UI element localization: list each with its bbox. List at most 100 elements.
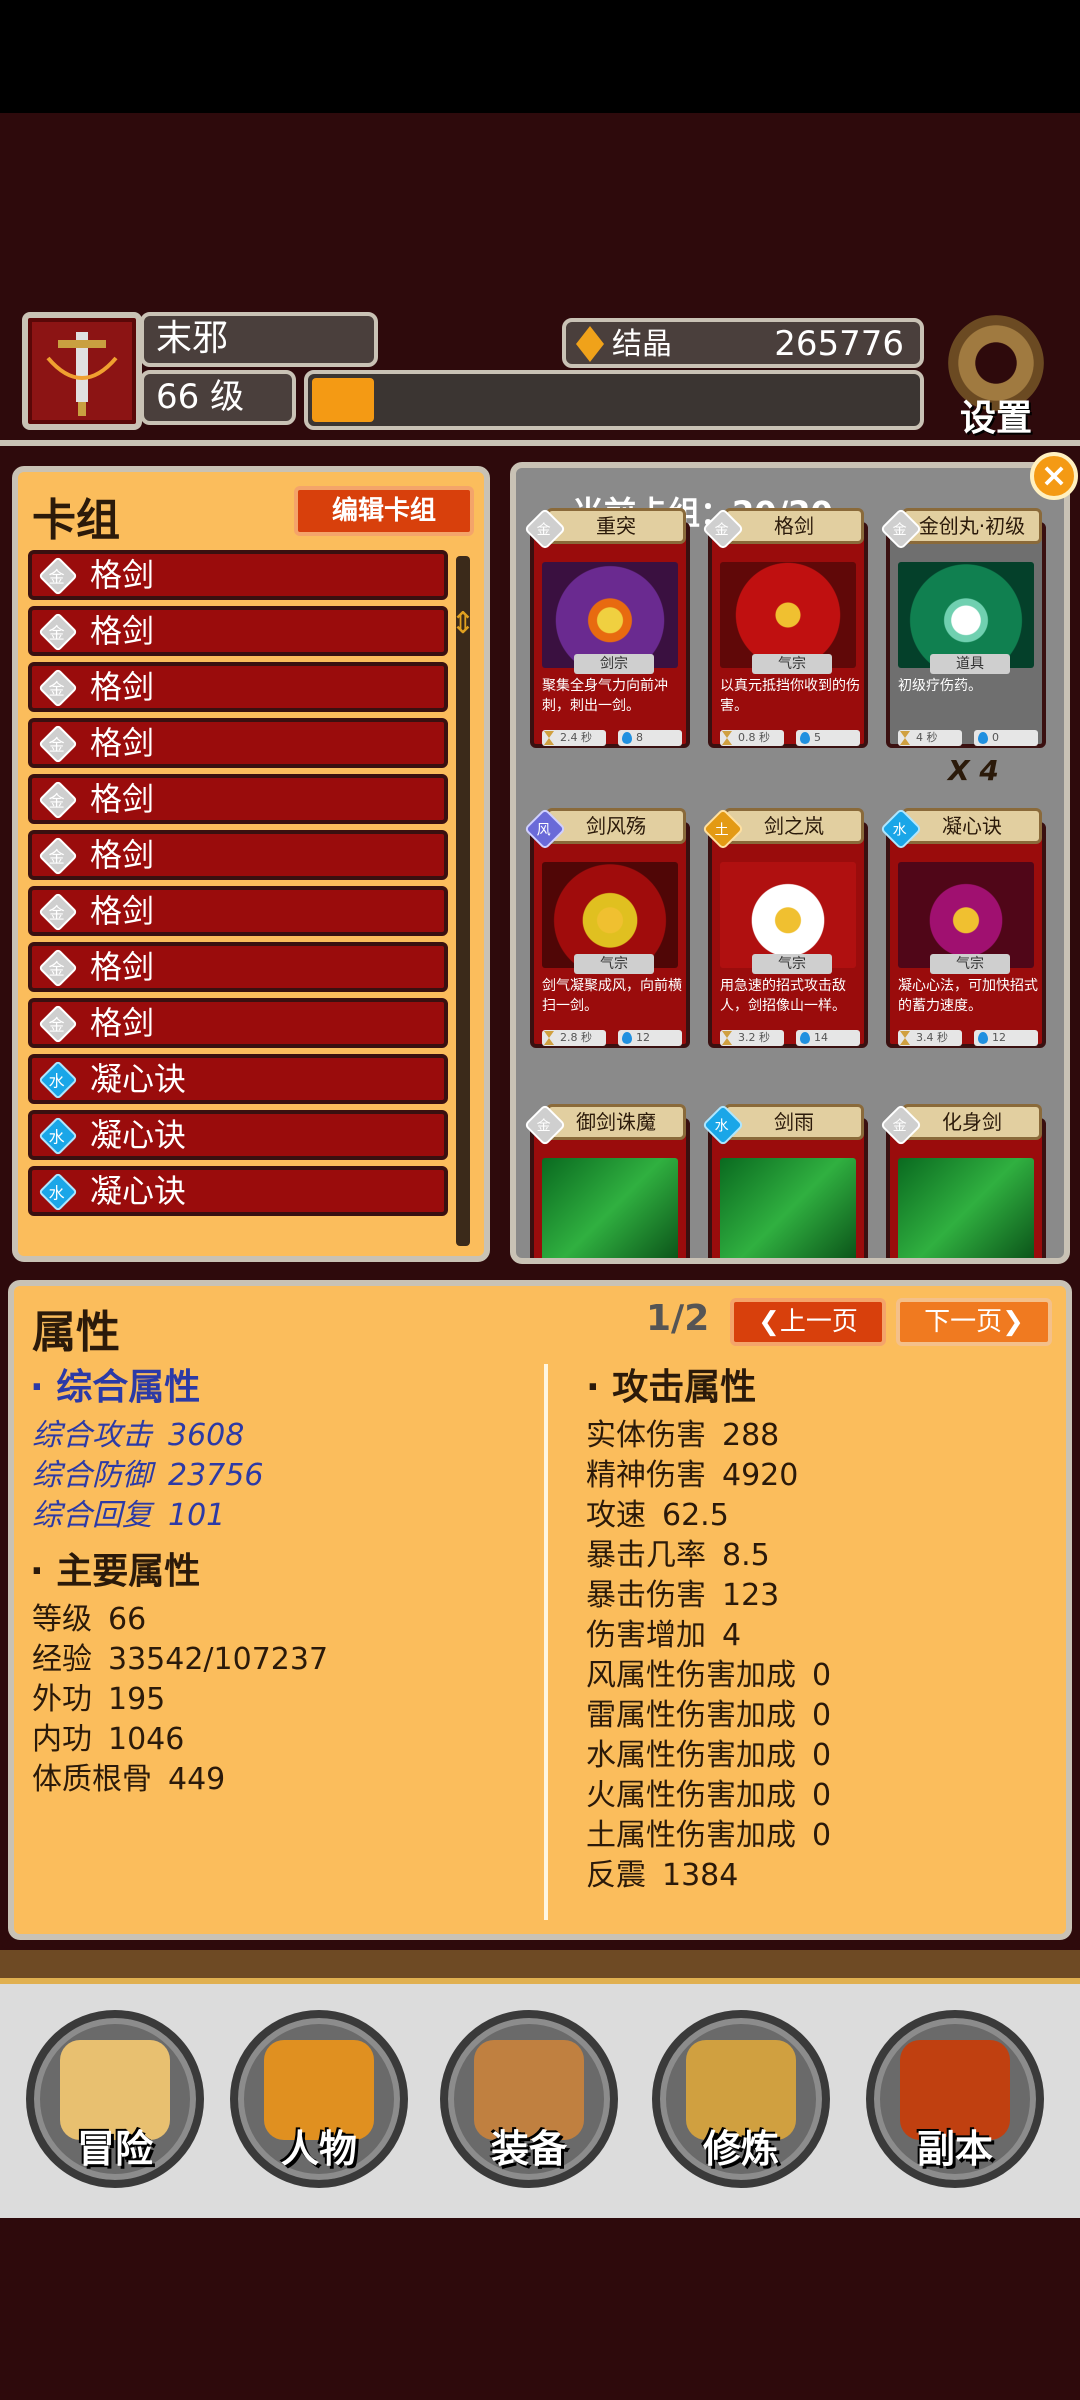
card-description: 初级疗伤药。	[898, 678, 982, 694]
nav-button-map[interactable]: 冒险	[26, 2010, 204, 2188]
deck-scrollbar[interactable]: ⇕	[450, 556, 476, 1246]
attack-stat-row: 水属性伤害加成 0	[586, 1738, 832, 1773]
deck-card[interactable]: 剑雨水	[701, 1103, 868, 1258]
metal-element-icon: 金	[38, 1004, 78, 1044]
settings-button[interactable]: 设置	[940, 315, 1052, 439]
player-level: 66 级	[140, 370, 296, 425]
card-description: 用急速的招式攻击敌人，剑招像山一样。	[720, 978, 846, 1014]
attack-stat-row: 雷属性伤害加成 0	[586, 1698, 832, 1733]
metal-element-icon: 金	[38, 836, 78, 876]
next-page-label: 下一页	[924, 1307, 1003, 1337]
deck-list: 金格剑金格剑金格剑金格剑金格剑金格剑金格剑金格剑金格剑水凝心诀水凝心诀水凝心诀	[28, 550, 448, 1222]
cooldown-stat: 3.4 秒	[898, 1030, 962, 1046]
deck-item[interactable]: 金格剑	[28, 942, 448, 992]
player-avatar[interactable]	[22, 312, 142, 430]
deck-item-label: 凝心诀	[90, 1060, 187, 1098]
deck-item[interactable]: 金格剑	[28, 886, 448, 936]
nav-label: 副本	[916, 2127, 993, 2171]
deck-card[interactable]: 气宗 用急速的招式攻击敌人，剑招像山一样。 3.2 秒 14 剑之岚土	[701, 807, 868, 1050]
card-name: 御剑诛魔	[546, 1104, 686, 1140]
card-description: 以真元抵挡你收到的伤害。	[720, 678, 860, 714]
scroll-handle-icon[interactable]: ⇕	[450, 604, 476, 644]
metal-element-icon: 金	[38, 780, 78, 820]
deck-card[interactable]: 气宗 凝心心法，可加快招式的蓄力速度。 3.4 秒 12 凝心诀水	[879, 807, 1046, 1050]
deck-item[interactable]: 金格剑	[28, 662, 448, 712]
mana-drop-icon	[800, 732, 810, 744]
next-page-button[interactable]: 下一页❯	[896, 1298, 1052, 1346]
deck-card[interactable]: 御剑诛魔金	[523, 1103, 690, 1258]
deck-card[interactable]: 剑宗 聚集全身气力向前冲刺，刺出一剑。 2.4 秒 8 重突金	[523, 507, 690, 748]
nav-button-helmet[interactable]: 人物	[230, 2010, 408, 2188]
deck-card[interactable]: 化身剑金	[879, 1103, 1046, 1258]
hourglass-icon	[900, 731, 910, 745]
header-divider	[0, 440, 1080, 446]
deck-item-label: 格剑	[90, 612, 155, 650]
card-sect: 气宗	[930, 954, 1010, 974]
metal-element-icon: 金	[38, 892, 78, 932]
deck-panel: 卡组 编辑卡组 金格剑金格剑金格剑金格剑金格剑金格剑金格剑金格剑金格剑水凝心诀水…	[12, 466, 490, 1262]
hourglass-icon	[900, 1031, 910, 1045]
deck-item[interactable]: 水凝心诀	[28, 1166, 448, 1216]
close-icon[interactable]: ×	[1030, 452, 1078, 500]
status-bar	[0, 0, 1080, 113]
deck-card[interactable]: 气宗 剑气凝聚成风，向前横扫一剑。 2.8 秒 12 剑风殇风	[523, 807, 690, 1048]
main-stat-row: 内功 1046	[32, 1722, 185, 1757]
card-sect: 气宗	[752, 654, 832, 674]
mana-drop-icon	[978, 732, 988, 744]
composite-attributes-title: · 综合属性	[30, 1367, 201, 1408]
cost-stat: 8	[618, 730, 682, 746]
attack-stat-row: 暴击几率 8.5	[586, 1538, 770, 1573]
deck-item[interactable]: 金格剑	[28, 550, 448, 600]
metal-element-icon: 金	[38, 724, 78, 764]
card-art	[542, 1158, 678, 1258]
hourglass-icon	[722, 731, 732, 745]
chevron-right-icon: ❯	[1002, 1307, 1024, 1337]
card-sect: 剑宗	[574, 654, 654, 674]
cost-stat: 14	[796, 1030, 860, 1046]
card-frame: 道具 初级疗伤药。 4 秒 0	[886, 522, 1046, 748]
hourglass-icon	[544, 731, 554, 745]
page-indicator: 1/2	[646, 1298, 710, 1339]
cost-stat: 0	[974, 730, 1038, 746]
attack-stat-row: 精神伤害 4920	[586, 1458, 799, 1493]
xp-bar	[304, 370, 924, 430]
main-stat-row: 等级 66	[32, 1602, 147, 1637]
cooldown-stat: 0.8 秒	[720, 730, 784, 746]
deck-item[interactable]: 水凝心诀	[28, 1054, 448, 1104]
attributes-panel: 属性 1/2 ❮上一页 下一页❯ · 综合属性 · 主要属性 · 攻击属性 综合…	[8, 1280, 1072, 1940]
nav-button-yin-yang[interactable]: 修炼	[652, 2010, 830, 2188]
deck-item-label: 格剑	[90, 780, 155, 818]
deck-card[interactable]: 气宗 以真元抵挡你收到的伤害。 0.8 秒 5 格剑金	[701, 507, 868, 748]
deck-item[interactable]: 金格剑	[28, 998, 448, 1048]
composite-stat-row: 综合回复 101	[32, 1498, 226, 1533]
card-art	[542, 562, 678, 668]
nav-button-treasure-chest[interactable]: 装备	[440, 2010, 618, 2188]
card-stats: 3.4 秒 12	[898, 1030, 1042, 1050]
deck-item[interactable]: 金格剑	[28, 830, 448, 880]
card-description: 聚集全身气力向前冲刺，刺出一剑。	[542, 678, 668, 714]
nav-rim	[0, 1950, 1080, 1984]
deck-item[interactable]: 金格剑	[28, 774, 448, 824]
prev-page-button[interactable]: ❮上一页	[730, 1298, 886, 1346]
edit-deck-button[interactable]: 编辑卡组	[294, 486, 474, 536]
deck-item[interactable]: 金格剑	[28, 718, 448, 768]
card-stats: 3.2 秒 14	[720, 1030, 864, 1050]
card-stats: 2.4 秒 8	[542, 730, 686, 750]
metal-element-icon: 金	[38, 612, 78, 652]
main-stat-row: 体质根骨 449	[32, 1762, 226, 1797]
settings-label: 设置	[959, 398, 1032, 439]
card-frame: 气宗 剑气凝聚成风，向前横扫一剑。 2.8 秒 12	[530, 822, 690, 1048]
deck-item-label: 格剑	[90, 948, 155, 986]
deck-item[interactable]: 金格剑	[28, 606, 448, 656]
card-art	[720, 1158, 856, 1258]
deck-item-label: 格剑	[90, 556, 155, 594]
card-sect: 气宗	[574, 954, 654, 974]
metal-element-icon: 金	[38, 668, 78, 708]
card-sect: 道具	[930, 654, 1010, 674]
card-frame: 剑宗聚集全身气力向前冲刺，刺出一剑。 2.4 秒 8	[530, 522, 690, 748]
cost-stat: 5	[796, 730, 860, 746]
deck-card[interactable]: 道具 初级疗伤药。 4 秒 0 金创丸·初级金	[879, 507, 1046, 748]
attack-stat-row: 暴击伤害 123	[586, 1578, 780, 1613]
nav-button-portal[interactable]: 副本	[866, 2010, 1044, 2188]
deck-item[interactable]: 水凝心诀	[28, 1110, 448, 1160]
